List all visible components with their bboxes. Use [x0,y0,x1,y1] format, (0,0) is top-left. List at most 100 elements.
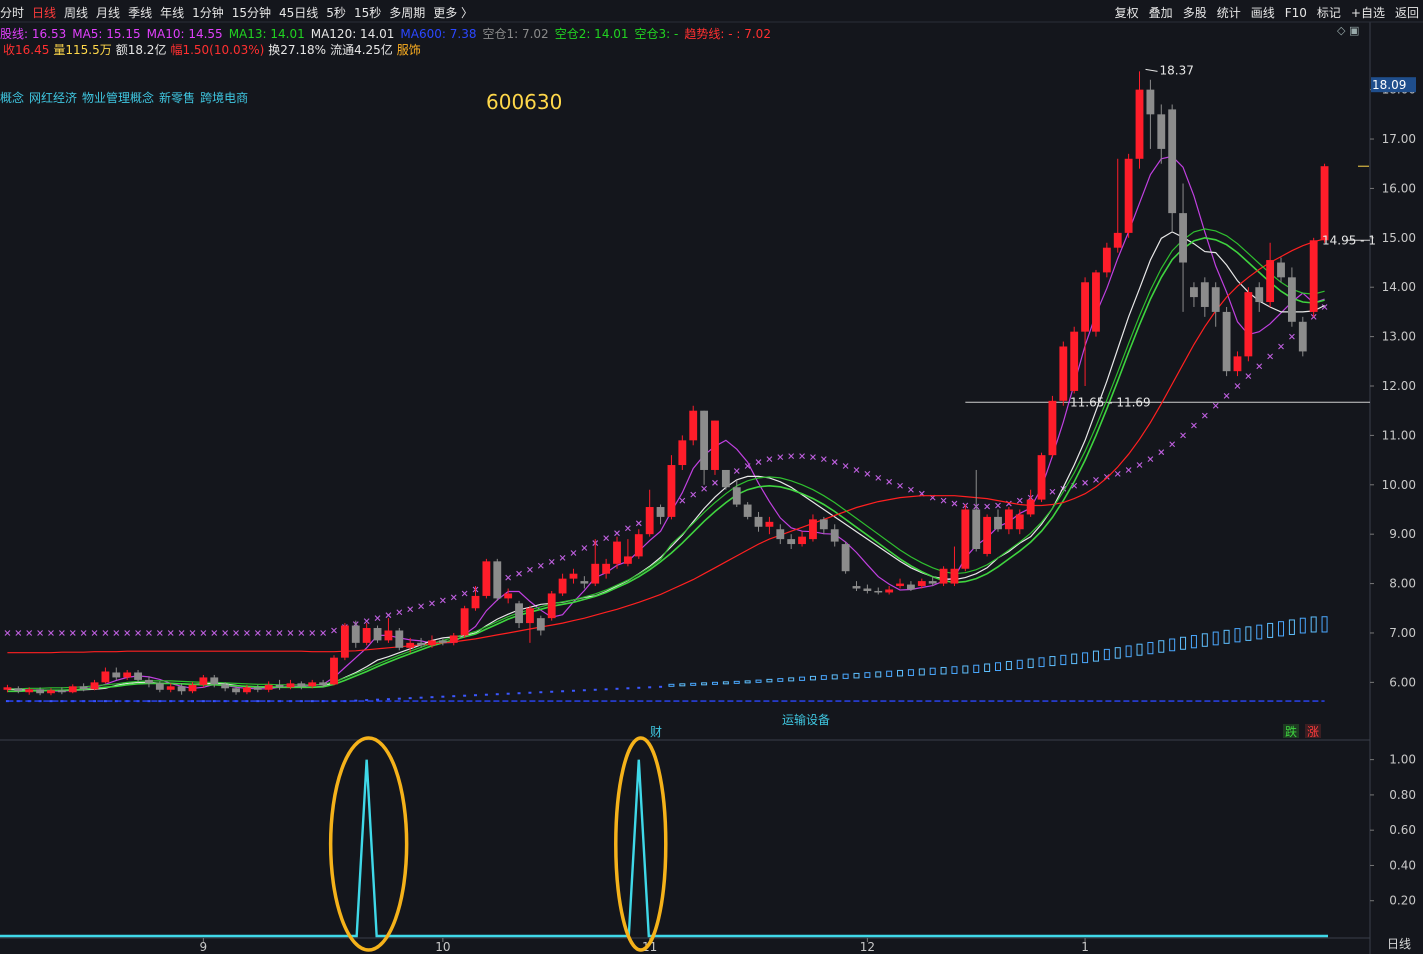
sar-mark [48,630,54,636]
candle-body [482,561,491,596]
trend-box [668,683,675,687]
trend-box [1169,638,1176,652]
high-label: 18.37 [1160,63,1194,77]
candle-body [1309,240,1318,312]
x-tick-label: 10 [435,940,450,954]
trend-box [1234,628,1241,643]
candle-body [1004,509,1013,530]
highlight-ellipse [614,736,668,952]
trend-box [864,672,871,678]
candle-body [569,573,578,579]
sar-mark [450,594,457,601]
sar-mark [211,630,218,636]
candle-body [1092,272,1100,332]
candle-body [972,509,981,549]
candle-body [384,630,393,641]
candle-body [395,630,404,648]
trend-dash [550,690,554,693]
sar-mark [4,630,11,636]
trend-dash [517,692,521,695]
sar-mark [1180,432,1186,439]
candle-body [1233,356,1242,372]
trend-box [1158,640,1165,653]
candle-body [917,581,926,587]
candle-body [134,672,142,680]
candle-body [830,529,839,542]
candle-body [667,465,676,517]
period-label[interactable]: 日线 [1387,935,1411,952]
sar-mark [897,482,903,489]
oscillator-line [0,759,1328,938]
sar-mark [788,453,795,460]
trend-box [1114,647,1121,659]
trend-box [973,664,980,673]
candle-body [286,683,295,688]
sar-mark [429,600,435,607]
candle-body [428,640,436,646]
sar-mark [80,630,87,636]
trend-dash [310,700,314,703]
candle-body [928,581,937,584]
trend-box [1016,659,1023,670]
sar-mark [766,456,773,462]
sar-mark [1082,479,1088,486]
candle-body [25,689,34,693]
sar-mark [1256,363,1263,370]
candle-body [221,684,230,689]
candle-body [123,672,132,678]
sar-mark [244,630,250,636]
trend-box [809,675,816,681]
sar-mark [146,630,152,636]
trend-dash [441,695,445,698]
trend-box [1245,626,1252,641]
candle-body [809,519,817,540]
sar-mark [810,454,816,461]
trend-dash [386,698,390,701]
trend-box [929,667,936,675]
sar-mark [831,459,838,465]
candle-body [874,590,883,593]
trend-box [1136,643,1143,656]
trend-dash [408,697,412,700]
trend-box [755,679,762,683]
candle-body [536,618,545,631]
candle-body [242,687,251,693]
trend-dash [463,694,467,697]
kline-chart[interactable]: 6.007.008.009.0010.0011.0012.0013.0014.0… [0,0,1423,954]
trend-dash [528,691,532,694]
candle-body [155,683,164,690]
sar-mark [701,485,707,492]
sar-mark [135,630,141,636]
candle-body [1070,331,1079,391]
trend-box [1310,616,1317,633]
sar-mark [461,590,468,597]
trend-box [1201,633,1208,647]
sar-mark [385,612,392,619]
y-tick-label: 12.00 [1382,379,1416,393]
high-arrow [1145,68,1158,72]
trend-box [831,674,838,680]
candle-body [1037,455,1046,500]
trend-box [690,682,697,686]
y-tick-label: 13.00 [1382,330,1416,344]
y-tick-label: 11.00 [1382,428,1416,442]
candle-body [373,628,382,641]
sar-mark [527,566,533,573]
sar-mark [254,630,261,636]
candle-body [36,689,45,694]
trend-dash [561,690,565,693]
sar-mark [603,535,610,542]
sar-mark [505,574,512,581]
candle-body [330,657,338,685]
candle-body [3,687,12,690]
mid-label: 11.65 - 11.69 [1070,395,1151,409]
zhang-label: 涨 [1307,724,1319,739]
sar-mark [178,630,185,636]
candle-body [896,583,904,587]
candle-body [906,584,915,590]
candle-body [623,556,632,564]
candle-body [319,682,328,686]
candle-body [90,682,99,690]
sar-mark [853,467,860,473]
trend-box [1092,650,1099,662]
